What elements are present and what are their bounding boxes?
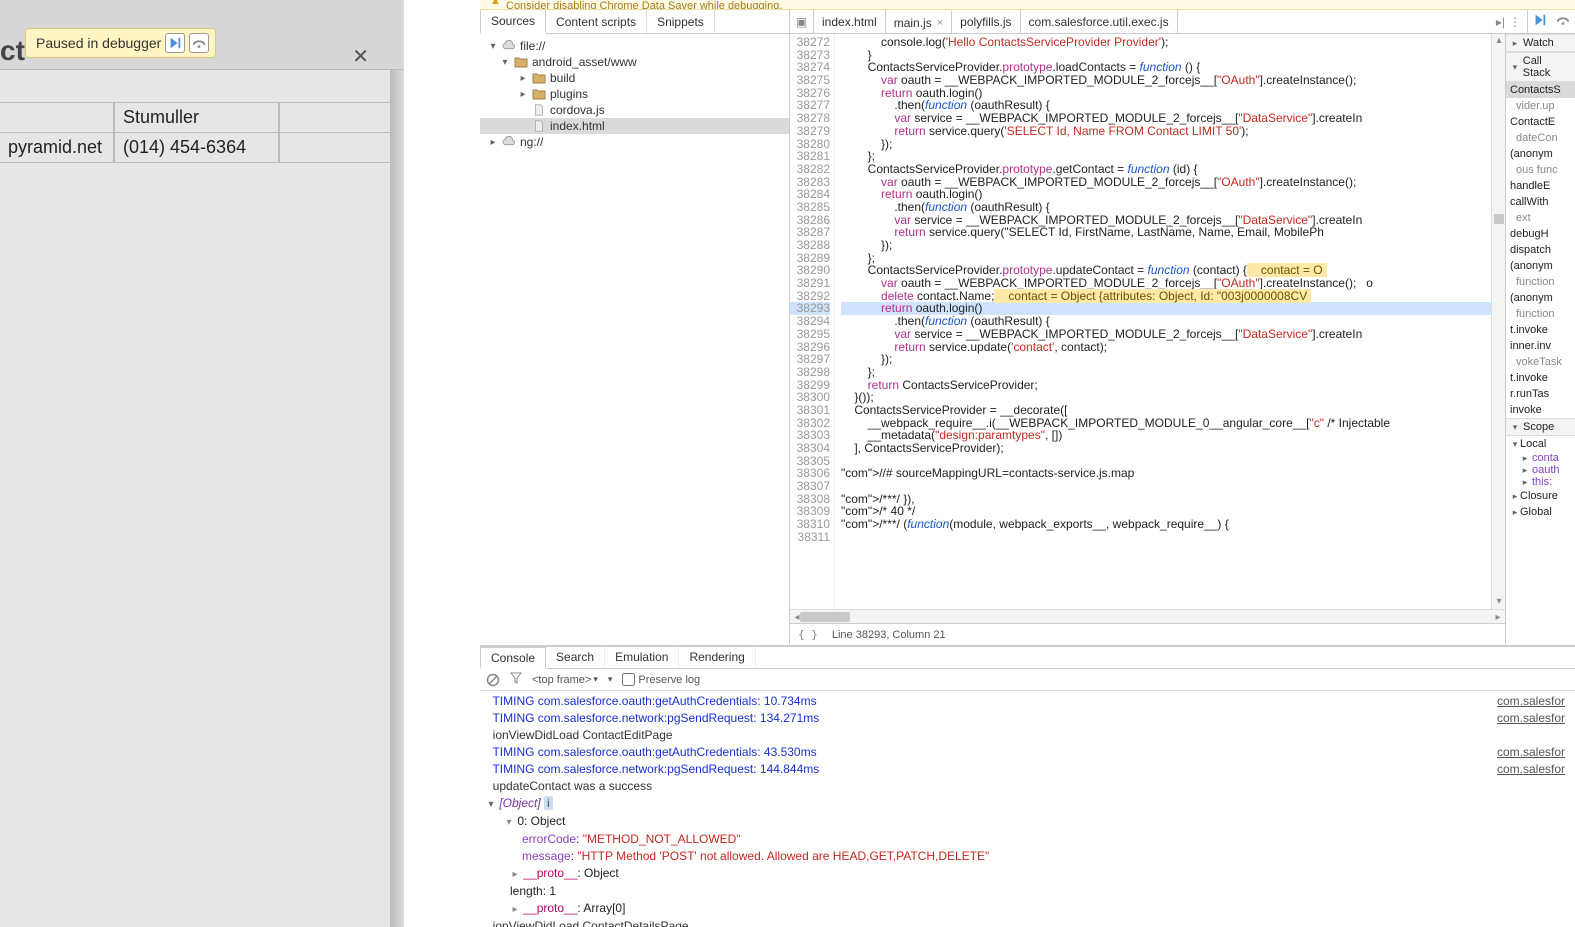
file-tab[interactable]: com.salesforce.util.exec.js [1021,10,1178,33]
callstack-frame[interactable]: (anonym [1506,258,1575,274]
more-tabs-icon[interactable]: ▸| [1496,15,1505,29]
chevron-right-icon[interactable]: ▸ [1510,38,1520,49]
file-tree[interactable]: ▾file://▾android_asset/www▸build▸plugins… [480,34,790,645]
console-line[interactable]: ionViewDidLoad ContactEditPage [480,727,1575,744]
console-line[interactable]: ▸ __proto__: Object [480,865,1575,883]
table-cell [0,103,115,132]
panel-tab[interactable]: Content scripts [546,11,647,33]
panel-tab[interactable]: Sources [480,9,546,34]
scope-closure[interactable]: Closure [1520,490,1558,502]
console-line[interactable]: message: "HTTP Method 'POST' not allowed… [480,848,1575,865]
callstack-frame[interactable]: dispatch [1506,242,1575,258]
warning-icon: ▲ [490,0,500,5]
table-cell: pyramid.net [0,133,115,162]
pretty-print-icon[interactable]: { } [798,628,818,641]
console-line[interactable]: ▾ 0: Object [480,813,1575,831]
devtools-panel: ▲ Consider disabling Chrome Data Saver w… [480,0,1575,927]
resume-button[interactable] [165,33,185,53]
callstack-frame[interactable]: t.invoke [1506,370,1575,386]
console-line[interactable]: ▾ [Object] i [480,795,1575,813]
callstack-frame[interactable]: invoke [1506,402,1575,418]
scope-local[interactable]: Local [1520,438,1546,450]
debugger-sidebar: ▸Watch ▾Call Stack ContactsSvider.upCont… [1505,34,1575,645]
horizontal-scrollbar[interactable]: ◂ ▸ [790,609,1505,623]
scope-variable[interactable]: ▸this: [1506,476,1575,488]
callstack-frame[interactable]: (anonym [1506,146,1575,162]
close-icon[interactable]: ✕ [352,44,369,69]
tree-item[interactable]: index.html [480,118,789,134]
step-over-button[interactable] [189,33,209,53]
scope-global[interactable]: Global [1520,506,1552,518]
callstack-frame[interactable]: (anonym [1506,290,1575,306]
nav-toggle-icon[interactable]: ▣ [790,10,814,33]
preserve-log-checkbox[interactable]: Preserve log [622,673,700,686]
drawer-tab[interactable]: Console [480,647,546,669]
console-line[interactable]: TIMING com.salesforce.oauth:getAuthCrede… [480,744,1575,761]
drawer-tab[interactable]: Search [546,647,605,668]
tree-item[interactable]: ▸plugins [480,86,789,102]
tree-item[interactable]: ▾file:// [480,38,789,54]
console-line[interactable]: TIMING com.salesforce.oauth:getAuthCrede… [480,693,1575,710]
resume-toolbar-icon[interactable] [1533,13,1547,30]
chevron-down-icon[interactable]: ▾ [1510,422,1520,433]
filter-icon[interactable] [510,672,522,687]
watch-header[interactable]: Watch [1523,37,1554,49]
callstack-header[interactable]: Call Stack [1523,55,1571,79]
console-line[interactable]: TIMING com.salesforce.network:pgSendRequ… [480,710,1575,727]
console-line[interactable]: updateContact was a success [480,778,1575,795]
callstack-frame[interactable]: ContactE [1506,114,1575,130]
vertical-scrollbar[interactable]: ▴ ▾ [1491,34,1505,609]
paused-label: Paused in debugger [36,35,161,51]
callstack-frame[interactable]: callWith [1506,194,1575,210]
console-line[interactable]: errorCode: "METHOD_NOT_ALLOWED" [480,831,1575,848]
line-gutter: 3827238273382743827538276382773827838279… [790,34,835,609]
tabs-menu-icon[interactable]: ⋮ [1509,15,1521,29]
tree-item[interactable]: ▾android_asset/www [480,54,789,70]
cursor-position: Line 38293, Column 21 [832,629,946,641]
console-output[interactable]: TIMING com.salesforce.oauth:getAuthCrede… [480,691,1575,927]
log-level-icon[interactable]: ▾ [608,674,613,685]
tree-item[interactable]: cordova.js [480,102,789,118]
callstack-frame[interactable]: handleE [1506,178,1575,194]
callstack-frame[interactable]: inner.inv [1506,338,1575,354]
scope-variable[interactable]: ▸oauth [1506,464,1575,476]
close-tab-icon[interactable]: × [937,17,943,29]
page-title: ct [0,35,25,67]
callstack-frame[interactable]: t.invoke [1506,322,1575,338]
drawer-tab[interactable]: Emulation [605,647,679,668]
clear-console-icon[interactable] [486,673,500,687]
tree-item[interactable]: ▸build [480,70,789,86]
tree-item[interactable]: ▸ng:// [480,134,789,150]
emulator-panel: ct Paused in debugger ✕ Stumullerpyramid… [0,0,404,927]
panel-tab[interactable]: Snippets [647,11,715,33]
contact-table: Stumullerpyramid.net (014) 454-6364 [0,70,403,163]
console-line[interactable]: TIMING com.salesforce.network:pgSendRequ… [480,761,1575,778]
code-editor[interactable]: console.log('Hello ContactsServiceProvid… [835,34,1505,609]
file-tab[interactable]: index.html [814,10,886,33]
callstack-frame[interactable]: debugH [1506,226,1575,242]
callstack-frame[interactable]: r.runTas [1506,386,1575,402]
table-cell: Stumuller [115,103,280,132]
warning-bar: ▲ Consider disabling Chrome Data Saver w… [480,0,1575,10]
file-tab[interactable]: polyfills.js [952,10,1020,33]
console-line[interactable]: ▸ __proto__: Array[0] [480,900,1575,918]
frame-selector[interactable]: <top frame>▾ [532,674,598,686]
console-line[interactable]: length: 1 [480,883,1575,900]
table-cell: (014) 454-6364 [115,133,280,162]
callstack-frame[interactable]: ContactsS [1506,82,1575,98]
file-tab[interactable]: main.js× [886,10,952,33]
scope-header[interactable]: Scope [1523,421,1554,433]
step-over-toolbar-icon[interactable] [1556,13,1570,30]
drawer-tab[interactable]: Rendering [679,647,755,668]
console-line[interactable]: ionViewDidLoad ContactDetailsPage [480,918,1575,927]
paused-overlay: Paused in debugger [25,28,216,58]
scope-variable[interactable]: ▸conta [1506,452,1575,464]
console-drawer: ConsoleSearchEmulationRendering <top fra… [480,645,1575,927]
sources-subtabs: SourcesContent scriptsSnippets [480,10,790,33]
chevron-down-icon[interactable]: ▾ [1510,62,1520,73]
